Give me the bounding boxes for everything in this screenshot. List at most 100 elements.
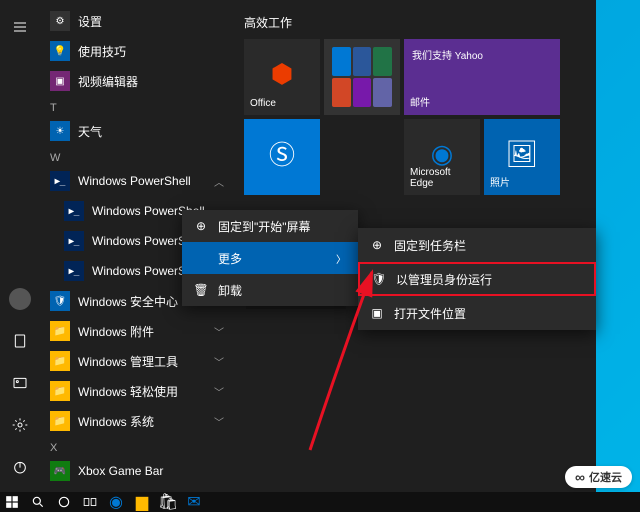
powershell-icon: ▸_ [64, 261, 84, 281]
app-label: Xbox Game Bar [78, 464, 224, 478]
documents-button[interactable] [0, 324, 40, 358]
subctx-pin-taskbar[interactable]: ⊕ 固定到任务栏 [358, 228, 596, 262]
settings-button[interactable] [0, 408, 40, 442]
chevron-down-icon: ﹀ [214, 354, 224, 369]
app-video-editor[interactable]: ▣ 视频编辑器 [40, 66, 232, 96]
app-label: Windows PowerShell [78, 174, 206, 188]
app-settings[interactable]: ⚙ 设置 [40, 6, 232, 36]
app-windows-accessories[interactable]: 📁Windows 附件﹀ [40, 316, 232, 346]
tile-label: Office [250, 98, 314, 109]
app-label: 视频编辑器 [78, 73, 224, 90]
app-label: Windows 管理工具 [78, 353, 206, 370]
tile-office-apps[interactable] [324, 39, 400, 115]
folder-icon: 📁 [50, 351, 70, 371]
app-tips[interactable]: 💡 使用技巧 [40, 36, 232, 66]
pin-icon: ⊕ [370, 238, 384, 252]
app-windows-admin-tools[interactable]: 📁 Windows 管理工具 ﹀ [40, 346, 232, 376]
onenote-icon [353, 78, 372, 107]
tips-icon: 💡 [50, 41, 70, 61]
taskbar: ◉ ▆ 🛍 ✉ [0, 492, 640, 512]
skype-icon: Ⓢ [269, 135, 295, 172]
tile-sublabel: 邮件 [410, 94, 554, 109]
app-label: 天气 [78, 123, 224, 140]
tile-yahoo-mail[interactable]: 我们支持 Yahoo 邮件 [404, 39, 560, 115]
chevron-down-icon: ﹀ [214, 324, 224, 339]
taskbar-edge[interactable]: ◉ [108, 494, 124, 510]
app-weather[interactable]: ☀ 天气 [40, 116, 232, 146]
tile-edge[interactable]: ◉Microsoft Edge [404, 119, 480, 195]
tile-empty [324, 119, 400, 195]
app-powershell-folder[interactable]: ▸_ Windows PowerShell ︿ [40, 166, 232, 196]
tile-office[interactable]: ⬢ Office [244, 39, 320, 115]
chevron-right-icon: 〉 [336, 251, 346, 266]
gear-icon: ⚙ [50, 11, 70, 31]
excel-icon [373, 47, 392, 76]
tile-label: 照片 [490, 174, 554, 189]
app-label: 使用技巧 [78, 43, 224, 60]
ctx-label: 更多 [218, 250, 242, 267]
video-icon: ▣ [50, 71, 70, 91]
taskbar-store[interactable]: 🛍 [160, 494, 176, 510]
powerpoint-icon [332, 78, 351, 107]
tile-label: Microsoft Edge [410, 167, 474, 189]
section-header-t: T [40, 96, 232, 116]
blank-icon [194, 251, 208, 265]
avatar-icon [9, 288, 31, 310]
trash-icon: 🗑 [194, 283, 208, 297]
outlook-icon [332, 47, 351, 76]
cortana-button[interactable] [56, 494, 72, 510]
tile-skype[interactable]: Ⓢ [244, 119, 320, 195]
shield-icon: 🛡 [50, 291, 70, 311]
subctx-run-as-admin[interactable]: 🛡以管理员身份运行 [358, 262, 596, 296]
app-label: 设置 [78, 13, 224, 30]
task-view-button[interactable] [82, 494, 98, 510]
tile-group-title: 高效工作 [244, 14, 584, 31]
app-xbox-game-bar[interactable]: 🎮Xbox Game Bar [40, 456, 232, 486]
ctx-label: 卸载 [218, 282, 242, 299]
power-button[interactable] [0, 450, 40, 484]
section-header-x: X [40, 436, 232, 456]
word-icon [353, 47, 372, 76]
pin-icon: ⊕ [194, 219, 208, 233]
taskbar-explorer[interactable]: ▆ [134, 494, 150, 510]
folder-icon: 📁 [50, 411, 70, 431]
office-icon: ⬢ [271, 58, 294, 89]
powershell-icon: ▸_ [64, 201, 84, 221]
ctx-uninstall[interactable]: 🗑 卸载 [182, 274, 358, 306]
app-label: Windows 附件 [78, 323, 206, 340]
start-rail [0, 0, 40, 492]
section-header-w: W [40, 146, 232, 166]
chevron-down-icon: ﹀ [214, 414, 224, 429]
subctx-open-file-location[interactable]: ▣ 打开文件位置 [358, 296, 596, 330]
tile-label: 我们支持 Yahoo [412, 47, 552, 62]
edge-icon: ◉ [431, 138, 454, 169]
chevron-up-icon: ︿ [214, 174, 224, 189]
taskbar-mail[interactable]: ✉ [186, 494, 202, 510]
teams-icon [373, 78, 392, 107]
user-account-button[interactable] [0, 282, 40, 316]
powershell-icon: ▸_ [50, 171, 70, 191]
app-label: Windows 系统 [78, 413, 206, 430]
watermark: 亿速云 [565, 466, 632, 488]
start-button[interactable] [4, 494, 20, 510]
folder-icon: 📁 [50, 381, 70, 401]
ctx-label: 打开文件位置 [394, 305, 466, 322]
photo-icon: 🖼 [505, 138, 538, 169]
context-submenu: ⊕ 固定到任务栏 🛡以管理员身份运行 ▣ 打开文件位置 [358, 228, 596, 330]
context-menu: ⊕ 固定到"开始"屏幕 更多 〉 🗑 卸载 [182, 210, 358, 306]
powershell-icon: ▸_ [64, 231, 84, 251]
ctx-label: 固定到"开始"屏幕 [218, 218, 311, 235]
hamburger-icon[interactable] [0, 10, 40, 44]
app-windows-ease[interactable]: 📁Windows 轻松使用﹀ [40, 376, 232, 406]
weather-icon: ☀ [50, 121, 70, 141]
tile-grid: ⬢ Office 我们支持 Yahoo 邮件 Ⓢ ◉Microsoft Edge 🖼… [244, 39, 584, 195]
app-windows-system[interactable]: 📁 Windows 系统 ﹀ [40, 406, 232, 436]
search-button[interactable] [30, 494, 46, 510]
folder-icon: ▣ [370, 306, 384, 320]
shield-icon: 🛡 [372, 272, 386, 286]
ctx-pin-start[interactable]: ⊕ 固定到"开始"屏幕 [182, 210, 358, 242]
tile-photos[interactable]: 🖼 照片 [484, 119, 560, 195]
ctx-more[interactable]: 更多 〉 [182, 242, 358, 274]
ctx-label: 固定到任务栏 [394, 237, 466, 254]
pictures-button[interactable] [0, 366, 40, 400]
